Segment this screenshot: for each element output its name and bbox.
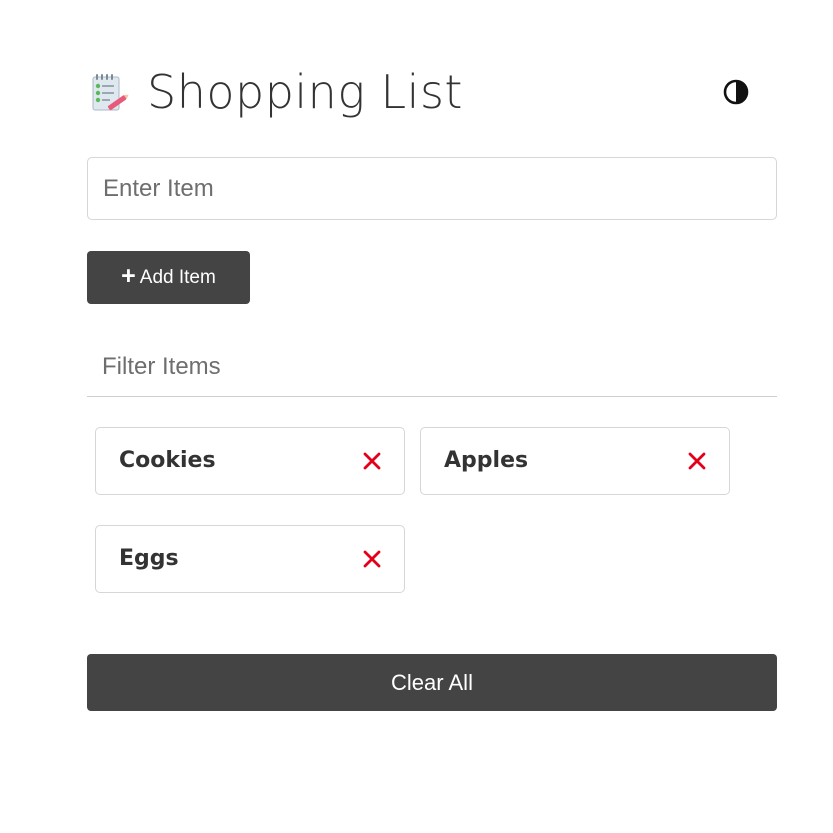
item-name: Apples	[444, 448, 529, 473]
close-x-icon	[358, 452, 386, 478]
remove-item-button[interactable]	[683, 447, 711, 475]
add-item-label: Add Item	[139, 266, 216, 288]
list-item: Eggs	[95, 525, 405, 593]
list-item: Apples	[420, 427, 730, 495]
close-x-icon	[358, 550, 386, 576]
plus-icon: +	[121, 262, 136, 290]
remove-item-button[interactable]	[358, 447, 386, 475]
filter-input[interactable]	[87, 337, 777, 397]
theme-toggle-button[interactable]	[723, 79, 749, 105]
list-item: Cookies	[95, 427, 405, 495]
remove-item-button[interactable]	[358, 545, 386, 573]
half-circle-contrast-icon	[723, 79, 749, 108]
notepad-checklist-icon	[89, 72, 131, 114]
add-item-button[interactable]: + Add Item	[87, 251, 250, 304]
item-input[interactable]	[87, 157, 777, 220]
clear-all-button[interactable]: Clear All	[87, 654, 777, 711]
item-name: Eggs	[119, 546, 179, 571]
close-x-icon	[683, 452, 711, 478]
app-header: Shopping List	[87, 62, 777, 122]
item-name: Cookies	[119, 448, 216, 473]
page-title: Shopping List	[147, 65, 463, 119]
